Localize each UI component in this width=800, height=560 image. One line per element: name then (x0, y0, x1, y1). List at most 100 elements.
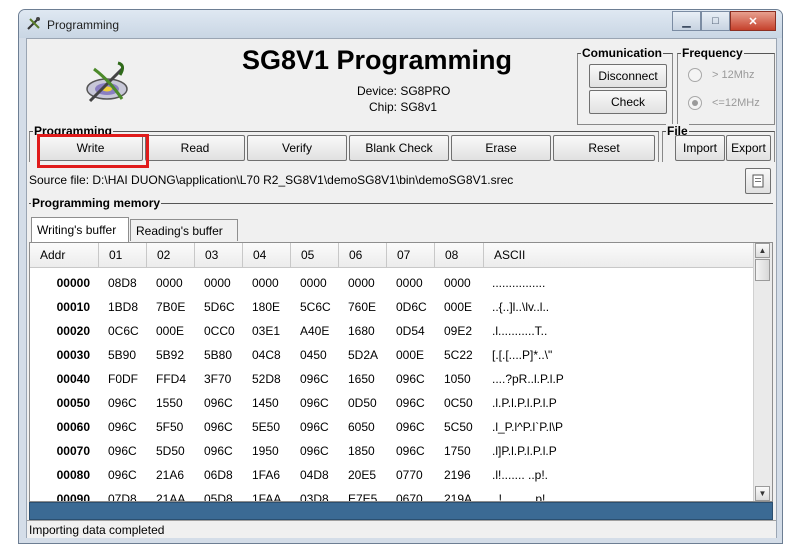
row-byte-cell: 1650 (348, 372, 375, 386)
row-ascii: .l]P.l.P.l.P.l.P (492, 444, 557, 458)
table-row[interactable]: 00060 096C 5F50 096C 5E50 096C 6050 096C 5C50 .l_… (30, 415, 754, 439)
scroll-up-icon[interactable]: ▲ (755, 243, 770, 258)
row-byte-cell: 06D8 (204, 468, 233, 482)
col-header-07[interactable]: 07 (387, 243, 435, 267)
freq-option-low[interactable]: <=12MHz (688, 96, 760, 110)
import-button[interactable]: Import (675, 135, 725, 161)
row-byte-cell: 1750 (444, 444, 471, 458)
row-byte-cell: 096C (204, 420, 233, 434)
frequency-group: Frequency > 12Mhz <=12MHz (677, 46, 775, 125)
freq-option-high[interactable]: > 12Mhz (688, 68, 755, 82)
memory-table: Addr 01 02 03 04 05 06 07 08 ASCII 00000… (29, 242, 773, 502)
row-byte-cell: 1850 (348, 444, 375, 458)
col-header-02[interactable]: 02 (147, 243, 195, 267)
tab-reading-buffer[interactable]: Reading's buffer (130, 219, 238, 241)
row-byte-cell: 0D6C (396, 300, 427, 314)
row-byte-cell: A40E (300, 324, 330, 338)
table-row[interactable]: 00090 07D8 21AA 05D8 1FAA 03D8 E7E5 0670 219A..!… (30, 487, 754, 502)
col-header-04[interactable]: 04 (243, 243, 291, 267)
col-header-08[interactable]: 08 (435, 243, 484, 267)
row-byte-cell: 760E (348, 300, 377, 314)
row-byte-cell: 5B90 (108, 348, 137, 362)
row-byte-cell: 7B0E (156, 300, 186, 314)
row-byte-cell: 5D50 (156, 444, 185, 458)
row-address: 00040 (56, 372, 90, 386)
check-button[interactable]: Check (589, 90, 667, 114)
close-button[interactable]: ✕ (730, 11, 776, 31)
table-row[interactable]: 00070 096C 5D50 096C 1950 096C 1850 096C 1750 .l]… (30, 439, 754, 463)
scroll-thumb[interactable] (755, 259, 770, 281)
row-byte-cell: 096C (300, 372, 329, 386)
row-byte-cell: 6050 (348, 420, 375, 434)
maximize-button[interactable]: □ (701, 11, 730, 31)
row-byte-cell: 1FAA (252, 492, 282, 502)
row-byte-cell: 5C50 (444, 420, 473, 434)
row-address: 00000 (56, 276, 90, 290)
col-header-06[interactable]: 06 (339, 243, 387, 267)
disconnect-button[interactable]: Disconnect (589, 64, 667, 88)
row-byte-cell: 04C8 (252, 348, 281, 362)
row-byte-cell: 03D8 (300, 492, 329, 502)
row-ascii: .l.P.l.P.l.P.l.P (492, 396, 557, 410)
row-byte-cell: 21AA (156, 492, 186, 502)
vertical-scrollbar[interactable]: ▲ ▼ (753, 243, 772, 501)
table-row[interactable]: 00040 F0DF FFD4 3F70 52D8 096C 1650 096C 1050...… (30, 367, 754, 391)
col-header-01[interactable]: 01 (99, 243, 147, 267)
reset-button[interactable]: Reset (553, 135, 655, 161)
col-header-03[interactable]: 03 (195, 243, 243, 267)
table-row[interactable]: 00020 0C6C 000E 0CC0 03E1 A40E 1680 0D54 09E2 .l.… (30, 319, 754, 343)
verify-button[interactable]: Verify (247, 135, 347, 161)
row-byte-cell: E7E5 (348, 492, 378, 502)
row-ascii: ..!..........p!. (492, 492, 549, 502)
title-bar[interactable]: Programming ▁ □ ✕ (19, 10, 782, 38)
col-header-ascii[interactable]: ASCII (484, 243, 754, 267)
table-row[interactable]: 00010 1BD8 7B0E 5D6C 180E 5C6C 760E 0D6C 000E ..{… (30, 295, 754, 319)
table-row[interactable]: 00000 08D8 0000 0000 0000 0000 0000 0000 0000...… (30, 271, 754, 295)
scroll-down-icon[interactable]: ▼ (755, 486, 770, 501)
table-row[interactable]: 00050 096C 1550 096C 1450 096C 0D50 096C 0C50 .l.… (30, 391, 754, 415)
row-byte-cell: 180E (252, 300, 281, 314)
row-byte-cell: 096C (204, 396, 233, 410)
col-header-addr[interactable]: Addr (30, 243, 99, 267)
row-byte-cell: 5F50 (156, 420, 184, 434)
row-ascii: ..{..]l..\lv..l.. (492, 300, 550, 314)
row-byte-cell: FFD4 (156, 372, 186, 386)
row-byte-cell: 096C (300, 396, 329, 410)
row-byte-cell: 096C (108, 420, 137, 434)
row-byte-cell: 0000 (156, 276, 183, 290)
minimize-button[interactable]: ▁ (672, 11, 701, 31)
radio-button-icon (688, 68, 702, 82)
row-byte-cell: 096C (108, 444, 137, 458)
row-byte-cell: 0C6C (108, 324, 139, 338)
row-byte-cell: 1680 (348, 324, 375, 338)
read-button[interactable]: Read (145, 135, 245, 161)
freq-option-high-label: > 12Mhz (712, 69, 755, 81)
row-byte-cell: 5B92 (156, 348, 185, 362)
memory-group: Programming memory (29, 196, 773, 216)
row-address: 00050 (56, 396, 90, 410)
blank-check-button[interactable]: Blank Check (349, 135, 449, 161)
row-byte-cell: 0670 (396, 492, 423, 502)
row-byte-cell: 0CC0 (204, 324, 235, 338)
erase-button[interactable]: Erase (451, 135, 551, 161)
browse-button[interactable] (745, 168, 771, 194)
communication-title: Comunication (581, 46, 663, 60)
row-byte-cell: 1950 (252, 444, 279, 458)
row-byte-cell: 0000 (300, 276, 327, 290)
col-header-05[interactable]: 05 (291, 243, 339, 267)
row-byte-cell: 096C (108, 468, 137, 482)
chip-value: SG8v1 (400, 100, 438, 114)
table-row[interactable]: 00030 5B90 5B92 5B80 04C8 0450 5D2A 000E 5C22 [.[… (30, 343, 754, 367)
table-row[interactable]: 00080 096C 21A6 06D8 1FA6 04D8 20E5 0770 2196 .l!… (30, 463, 754, 487)
row-address: 00070 (56, 444, 90, 458)
tab-writing-buffer[interactable]: Writing's buffer (31, 217, 129, 242)
export-button[interactable]: Export (726, 135, 771, 161)
row-byte-cell: 0000 (252, 276, 279, 290)
table-header: Addr 01 02 03 04 05 06 07 08 ASCII (30, 243, 754, 268)
row-byte-cell: 04D8 (300, 468, 329, 482)
row-address: 00090 (56, 492, 90, 502)
row-byte-cell: 5D6C (204, 300, 235, 314)
freq-option-low-label: <=12MHz (712, 97, 760, 109)
row-ascii: ................ (492, 276, 546, 290)
row-byte-cell: 5B80 (204, 348, 233, 362)
